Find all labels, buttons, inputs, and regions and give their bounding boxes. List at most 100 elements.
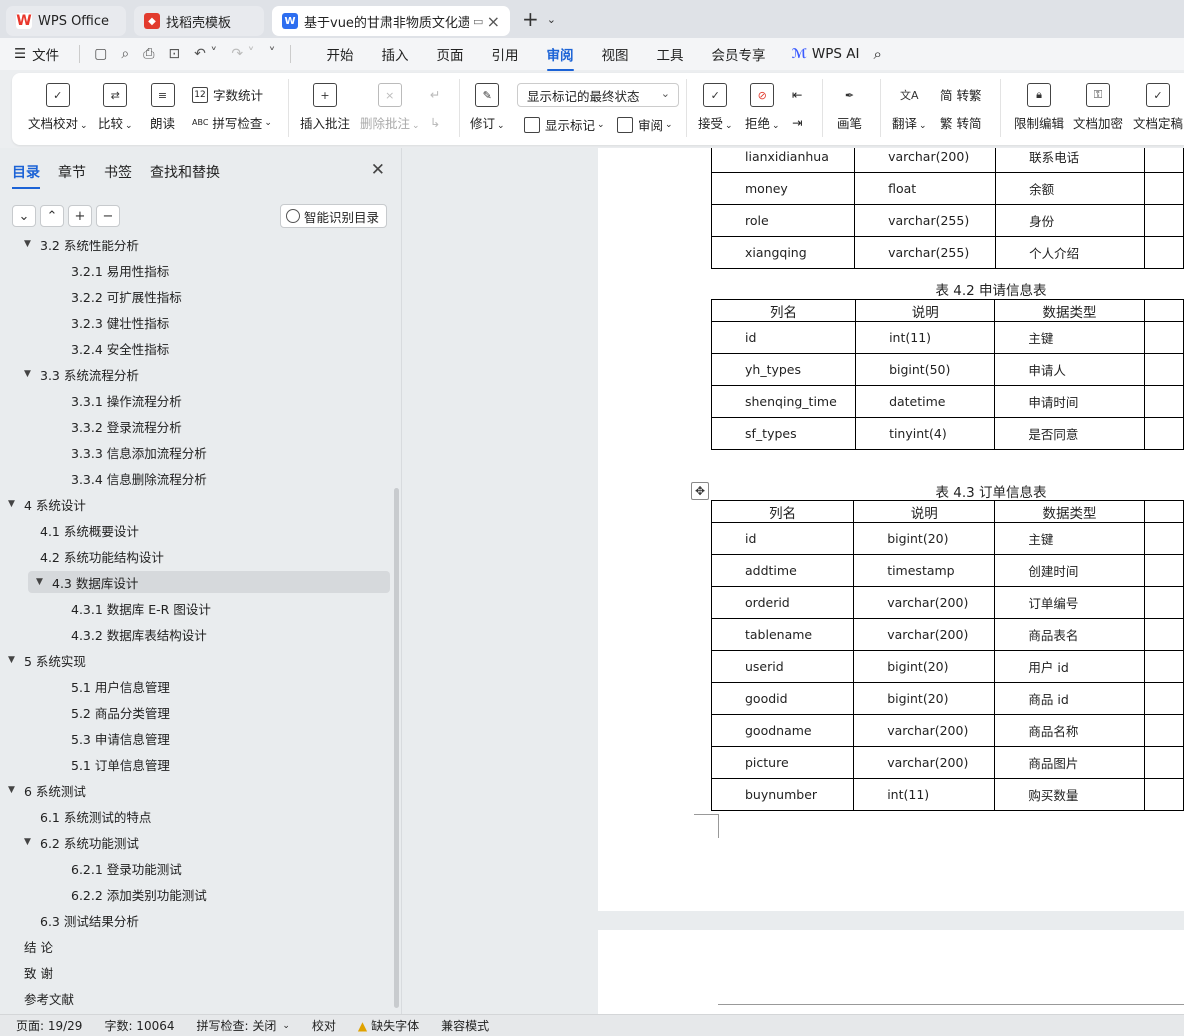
restrict-edit-button[interactable]: 🔒︎ 限制编辑	[1014, 83, 1064, 132]
expand-arrow-icon[interactable]: ▼	[24, 837, 36, 847]
print-icon[interactable]: ⎙	[143, 46, 154, 62]
word-count-button[interactable]: 12 字数统计	[192, 85, 263, 104]
undo-icon[interactable]: ↶ ˅	[194, 46, 217, 62]
encrypt-button[interactable]: ⚿ 文档加密	[1073, 83, 1123, 132]
menu-review[interactable]: 审阅	[546, 44, 574, 71]
toc-item[interactable]: 6.2.2 添加类别功能测试	[71, 883, 207, 905]
tab-list-chevron-icon[interactable]: ⌄	[547, 13, 556, 26]
smart-toc-button[interactable]: 智能识别目录	[279, 204, 387, 228]
toc-item[interactable]: 6.1 系统测试的特点	[40, 805, 151, 827]
translate-button[interactable]: 文A 翻译 ⌄	[892, 83, 927, 132]
show-markup-button[interactable]: 显示标记 ⌄	[524, 115, 605, 134]
to-traditional-button[interactable]: 简 转繁	[940, 85, 982, 104]
table-move-handle-icon[interactable]: ✥	[691, 482, 709, 500]
accept-button[interactable]: ✓ 接受 ⌄	[698, 83, 733, 132]
toc-item[interactable]: 参考文献	[24, 987, 74, 1009]
toc-item[interactable]: ▼ 4 系统设计	[8, 493, 86, 515]
toc-item[interactable]: 5.2 商品分类管理	[71, 701, 170, 723]
close-tab-icon[interactable]: ×	[487, 12, 500, 31]
next-change-icon[interactable]: ⇥	[792, 115, 802, 130]
add-heading-icon[interactable]: +	[68, 205, 92, 227]
collapse-up-icon[interactable]: ⌃	[40, 205, 64, 227]
tab-wps-office[interactable]: W WPS Office	[6, 6, 126, 36]
expand-down-icon[interactable]: ⌄	[12, 205, 36, 227]
menu-tools[interactable]: 工具	[657, 44, 684, 64]
prev-change-icon[interactable]: ⇤	[792, 87, 802, 102]
tab-docer-templates[interactable]: ◆ 找稻壳模板	[134, 6, 264, 36]
menu-page[interactable]: 页面	[437, 44, 464, 64]
tab-document[interactable]: W 基于vue的甘肃非物质文化遗产 ▭ ×	[272, 6, 510, 36]
toc-item[interactable]: 4.3.2 数据库表结构设计	[71, 623, 207, 645]
new-tab-icon[interactable]: +	[522, 7, 539, 31]
expand-arrow-icon[interactable]: ▼	[8, 655, 20, 665]
track-changes-button[interactable]: ✎ 修订 ⌄	[470, 83, 505, 132]
review-pane-button[interactable]: 审阅 ⌄	[617, 115, 673, 134]
toc-item[interactable]: 结 论	[24, 935, 53, 957]
toc-item[interactable]: 4.1 系统概要设计	[40, 519, 139, 541]
toc-item[interactable]: 6.3 测试结果分析	[40, 909, 139, 931]
menu-references[interactable]: 引用	[492, 44, 519, 64]
expand-arrow-icon[interactable]: ▼	[36, 577, 48, 587]
compare-button[interactable]: ⇄ 比较 ⌄	[98, 83, 133, 132]
toc-item[interactable]: 5.1 订单信息管理	[71, 753, 170, 775]
toc-item[interactable]: 5.1 用户信息管理	[71, 675, 170, 697]
missing-font-status[interactable]: ▲ 缺失字体	[358, 1017, 419, 1034]
reject-button[interactable]: ⊘ 拒绝 ⌄	[745, 83, 780, 132]
toc-item[interactable]: 4.3.1 数据库 E-R 图设计	[71, 597, 211, 619]
finalize-button[interactable]: ✓ 文档定稿	[1133, 83, 1183, 132]
next-comment-icon[interactable]: ↳	[430, 115, 440, 130]
toc-item[interactable]: 5.3 申请信息管理	[71, 727, 170, 749]
spell-check-status[interactable]: 拼写检查: 关闭 ⌄	[197, 1017, 290, 1034]
doc-check-button[interactable]: ✓ 文档校对 ⌄	[28, 83, 88, 132]
menu-member[interactable]: 会员专享	[712, 44, 766, 64]
prev-comment-icon[interactable]: ↵	[430, 87, 440, 102]
proofread-status[interactable]: 校对	[312, 1017, 336, 1034]
more-chevron-icon[interactable]: ˅	[269, 46, 276, 62]
page-indicator[interactable]: 页面: 19/29	[16, 1017, 82, 1034]
tab-bookmarks[interactable]: 书签	[104, 162, 132, 182]
menu-home[interactable]: 开始	[327, 44, 354, 64]
markup-state-select[interactable]: 显示标记的最终状态 ⌄	[517, 83, 679, 107]
toc-item[interactable]: ▼ 4.3 数据库设计	[28, 571, 390, 593]
to-simplified-button[interactable]: 繁 转简	[940, 113, 982, 132]
menu-insert[interactable]: 插入	[382, 44, 409, 64]
read-aloud-button[interactable]: ≡ 朗读	[150, 83, 175, 132]
tab-find-replace[interactable]: 查找和替换	[150, 162, 220, 182]
toc-item[interactable]: 3.3.1 操作流程分析	[71, 389, 182, 411]
toc-item[interactable]: ▼ 3.2 系统性能分析	[24, 240, 139, 255]
toc-item[interactable]: 3.2.1 易用性指标	[71, 259, 169, 281]
delete-comment-button[interactable]: × 删除批注 ⌄	[360, 83, 420, 132]
tab-chapters[interactable]: 章节	[58, 162, 86, 182]
toc-item[interactable]: 3.2.2 可扩展性指标	[71, 285, 182, 307]
pen-button[interactable]: ✒ 画笔	[837, 83, 862, 132]
toc-item[interactable]: ▼ 5 系统实现	[8, 649, 86, 671]
redo-icon[interactable]: ↷ ˅	[231, 46, 254, 62]
file-menu[interactable]: ☰ 文件	[14, 44, 59, 64]
expand-arrow-icon[interactable]: ▼	[8, 499, 20, 509]
export-pdf-icon[interactable]: ⌕	[121, 46, 129, 62]
toc-scrollbar[interactable]	[394, 488, 399, 1008]
expand-arrow-icon[interactable]: ▼	[24, 369, 36, 379]
compat-mode-status[interactable]: 兼容模式	[441, 1017, 489, 1034]
insert-comment-button[interactable]: + 插入批注	[300, 83, 350, 132]
wps-ai-button[interactable]: ℳ WPS AI	[792, 46, 860, 62]
toc-item[interactable]: 致 谢	[24, 961, 53, 983]
close-panel-icon[interactable]: ✕	[371, 160, 385, 180]
toc-item[interactable]: 3.3.2 登录流程分析	[71, 415, 182, 437]
toc-item[interactable]: ▼ 6 系统测试	[8, 779, 86, 801]
word-count-status[interactable]: 字数: 10064	[104, 1017, 174, 1034]
toc-item[interactable]: ▼ 3.3 系统流程分析	[24, 363, 139, 385]
search-icon[interactable]: ⌕	[873, 45, 881, 63]
print-preview-icon[interactable]: ⊡	[168, 46, 180, 62]
toc-item[interactable]: 3.3.3 信息添加流程分析	[71, 441, 207, 463]
toc-item[interactable]: 3.2.3 健壮性指标	[71, 311, 169, 333]
spell-check-button[interactable]: ABC 拼写检查 ⌄	[192, 113, 272, 132]
toc-item[interactable]: 3.3.4 信息删除流程分析	[71, 467, 207, 489]
save-icon[interactable]: ▢	[94, 46, 107, 62]
toc-item[interactable]: 4.2 系统功能结构设计	[40, 545, 164, 567]
toc-item[interactable]: ▼ 6.2 系统功能测试	[24, 831, 139, 853]
expand-arrow-icon[interactable]: ▼	[24, 240, 36, 249]
remove-heading-icon[interactable]: −	[96, 205, 120, 227]
expand-arrow-icon[interactable]: ▼	[8, 785, 20, 795]
toc-item[interactable]: 6.2.1 登录功能测试	[71, 857, 182, 879]
